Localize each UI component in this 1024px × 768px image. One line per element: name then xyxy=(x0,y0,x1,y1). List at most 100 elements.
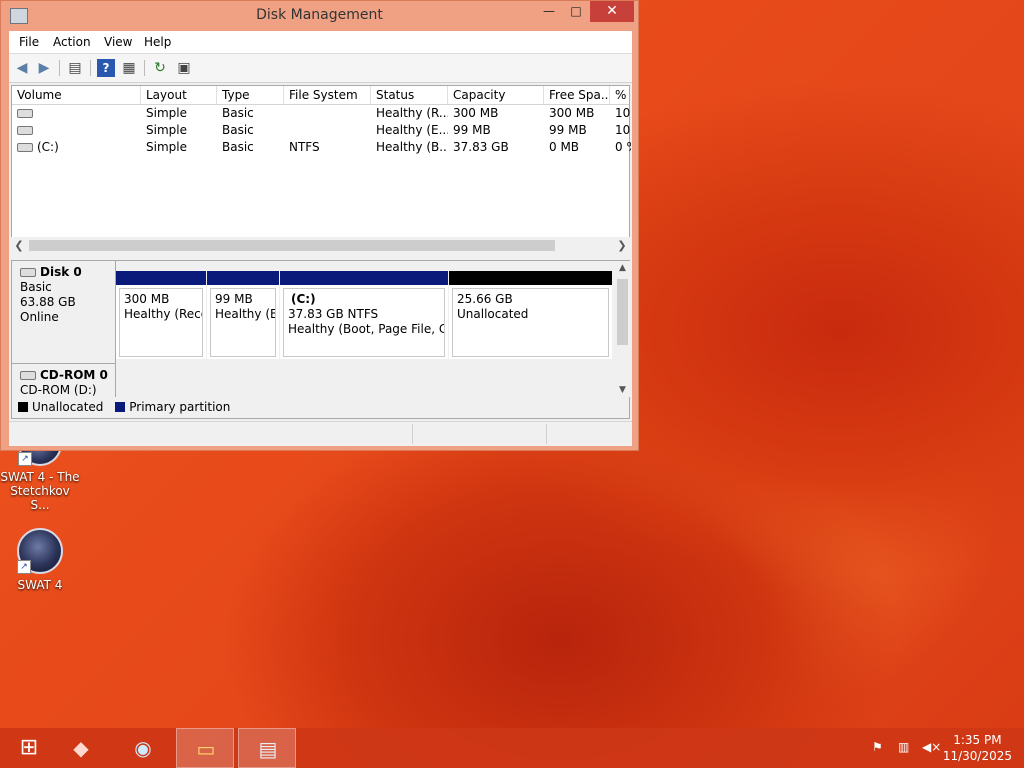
column-header-free-space[interactable]: Free Spa... xyxy=(544,86,610,104)
disk0-type: Basic xyxy=(20,280,52,294)
forward-arrow-icon[interactable]: ▶ xyxy=(35,59,53,77)
properties-icon[interactable]: ▦ xyxy=(120,59,138,77)
unallocated-swatch xyxy=(18,402,28,412)
menu-action[interactable]: Action xyxy=(53,35,91,49)
partition-size: 300 MB xyxy=(124,292,170,306)
menu-bar: File Action View Help xyxy=(9,31,632,54)
file-system-cell: NTFS xyxy=(289,140,320,154)
table-row[interactable]: Simple Basic Healthy (E... 99 MB 99 MB 1… xyxy=(12,122,631,139)
disk-management-window: Disk Management — □ ✕ File Action View H… xyxy=(0,0,639,451)
volume-cell xyxy=(12,122,141,139)
table-row[interactable]: (C:) Simple Basic NTFS Healthy (B... 37.… xyxy=(12,139,631,156)
scroll-left-icon[interactable]: ❮ xyxy=(11,237,27,254)
refresh-icon[interactable]: ↻ xyxy=(151,59,169,77)
scrollbar-thumb[interactable] xyxy=(617,279,628,345)
disk-graphical-view: Disk 0 Basic 63.88 GB Online 300 MB Heal… xyxy=(11,260,630,419)
status-cell: Healthy (B... xyxy=(376,140,448,154)
disk-view-vertical-scrollbar[interactable]: ▲ ▼ xyxy=(615,261,630,397)
taskbar-file-explorer[interactable]: ▭ xyxy=(176,728,234,768)
percent-free-cell: 100 xyxy=(615,123,631,137)
primary-partition-bar xyxy=(207,271,279,285)
volume-cell: (C:) xyxy=(12,139,141,156)
cdrom-icon xyxy=(20,371,36,380)
column-header-volume[interactable]: Volume xyxy=(12,86,141,104)
status-bar-divider xyxy=(546,424,547,444)
menu-view[interactable]: View xyxy=(104,35,132,49)
partition-size: 25.66 GB xyxy=(457,292,513,306)
partition-body: (C:) 37.83 GB NTFS Healthy (Boot, Page F… xyxy=(283,288,445,357)
scrollbar-thumb[interactable] xyxy=(29,240,555,251)
primary-partition-bar xyxy=(280,271,448,285)
legend-primary: Primary partition xyxy=(129,400,231,414)
cdrom0-name: CD-ROM 0 xyxy=(40,368,108,382)
app-launcher-icon: ◆ xyxy=(73,736,89,760)
volume-list-horizontal-scrollbar[interactable]: ❮ ❯ xyxy=(11,237,630,254)
column-header-capacity[interactable]: Capacity xyxy=(448,86,544,104)
partition-body: 300 MB Healthy (Reco xyxy=(119,288,203,357)
volume-muted-icon[interactable]: ◀× xyxy=(922,740,941,768)
scroll-down-icon[interactable]: ▼ xyxy=(615,383,630,397)
shortcut-arrow-icon: ↗ xyxy=(17,560,31,574)
disk-icon xyxy=(20,268,36,277)
cdrom0-info[interactable]: CD-ROM 0 CD-ROM (D:) xyxy=(12,364,116,397)
free-space-cell: 99 MB xyxy=(549,123,587,137)
partition-efi[interactable]: 99 MB Healthy (EF xyxy=(207,271,279,359)
minimize-button[interactable]: — xyxy=(535,1,563,22)
clock-time: 1:35 PM xyxy=(953,733,1002,747)
show-hide-console-tree-icon[interactable]: ▤ xyxy=(66,59,84,77)
volume-list[interactable]: Volume Layout Type File System Status Ca… xyxy=(11,85,631,239)
maximize-button[interactable]: □ xyxy=(562,1,590,22)
layout-cell: Simple xyxy=(146,106,187,120)
column-header-type[interactable]: Type xyxy=(217,86,284,104)
scroll-up-icon[interactable]: ▲ xyxy=(615,261,630,275)
percent-free-cell: 0 % xyxy=(615,140,631,154)
back-arrow-icon[interactable]: ◀ xyxy=(13,59,31,77)
start-button[interactable]: ⊞ xyxy=(0,728,58,768)
unallocated-space[interactable]: 25.66 GB Unallocated xyxy=(449,271,612,359)
taskbar-clock[interactable]: 1:35 PM 11/30/2025 xyxy=(943,732,1012,764)
drive-icon xyxy=(17,109,33,118)
scroll-right-icon[interactable]: ❯ xyxy=(614,237,630,254)
toolbar: ◀ ▶ ▤ ? ▦ ↻ ▣ xyxy=(9,54,632,83)
title-bar[interactable]: Disk Management — □ ✕ xyxy=(1,1,638,31)
file-system-cell xyxy=(284,105,371,122)
menu-help[interactable]: Help xyxy=(144,35,171,49)
capacity-cell: 300 MB xyxy=(453,106,499,120)
partition-status: Healthy (Boot, Page File, Cras xyxy=(288,322,444,336)
volume-cell xyxy=(12,105,141,122)
desktop-icon-label: Stetchkov S... xyxy=(10,484,70,512)
rescan-disks-icon[interactable]: ▣ xyxy=(175,59,193,77)
taskbar-disk-management[interactable]: ▤ xyxy=(238,728,296,768)
volume-name: (C:) xyxy=(37,140,59,154)
cdrom0-drive: CD-ROM (D:) xyxy=(20,383,97,397)
disk0-info[interactable]: Disk 0 Basic 63.88 GB Online xyxy=(12,261,116,364)
column-header-status[interactable]: Status xyxy=(371,86,448,104)
status-bar-divider xyxy=(412,424,413,444)
action-center-flag-icon[interactable]: ⚑ xyxy=(872,740,883,768)
type-cell: Basic xyxy=(222,140,254,154)
help-icon[interactable]: ? xyxy=(97,59,115,77)
clock-date: 11/30/2025 xyxy=(942,749,1012,763)
close-button[interactable]: ✕ xyxy=(590,1,634,22)
table-row[interactable]: Simple Basic Healthy (R... 300 MB 300 MB… xyxy=(12,105,631,122)
desktop-icon-swat4[interactable]: ↗ SWAT 4 xyxy=(0,528,80,592)
column-header-file-system[interactable]: File System xyxy=(284,86,371,104)
column-header-layout[interactable]: Layout xyxy=(141,86,217,104)
primary-partition-bar xyxy=(116,271,206,285)
partition-body: 25.66 GB Unallocated xyxy=(452,288,609,357)
window-client-area: File Action View Help ◀ ▶ ▤ ? ▦ ↻ ▣ Volu… xyxy=(9,31,632,446)
partition-c-drive[interactable]: (C:) 37.83 GB NTFS Healthy (Boot, Page F… xyxy=(280,271,448,359)
partition-recovery[interactable]: 300 MB Healthy (Reco xyxy=(116,271,206,359)
disk0-state: Online xyxy=(20,310,59,324)
free-space-cell: 300 MB xyxy=(549,106,595,120)
taskbar-app-launcher[interactable]: ◆ xyxy=(52,728,110,768)
menu-file[interactable]: File xyxy=(19,35,39,49)
taskbar-browser[interactable]: ◉ xyxy=(114,728,172,768)
desktop-icon-label: SWAT 4 xyxy=(17,578,63,592)
status-cell: Healthy (E... xyxy=(376,123,448,137)
partition-label: (C:) xyxy=(291,292,316,306)
status-bar xyxy=(9,421,632,446)
network-icon[interactable]: ▥ xyxy=(898,740,909,768)
column-header-percent-free[interactable]: % F xyxy=(610,86,631,104)
toolbar-separator xyxy=(144,60,145,76)
